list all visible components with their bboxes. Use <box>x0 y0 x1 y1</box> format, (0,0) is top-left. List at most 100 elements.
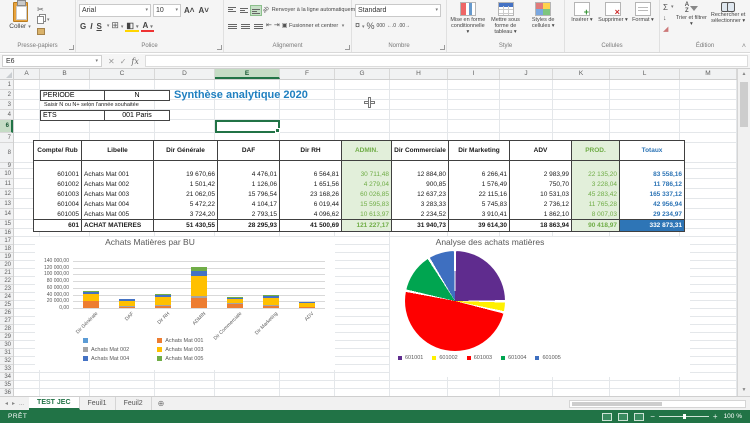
row-header-12[interactable]: 12 <box>0 189 13 199</box>
table-cell[interactable]: 11 786,12 <box>620 179 684 189</box>
bar-stack-Dir RH[interactable] <box>155 294 171 308</box>
table-cell[interactable] <box>34 161 82 169</box>
table-cell[interactable]: ADMIN. <box>342 141 392 161</box>
align-top-button[interactable] <box>227 6 237 15</box>
bar-segment[interactable] <box>299 307 315 308</box>
bar-segment[interactable] <box>155 306 171 308</box>
row-header-29[interactable]: 29 <box>0 333 13 341</box>
table-cell[interactable]: 3 283,33 <box>392 199 449 209</box>
autosum-button[interactable]: Σ▾ <box>663 2 673 12</box>
legend-item[interactable]: Achats Mat 004 <box>83 355 129 362</box>
table-cell[interactable]: 1 862,10 <box>510 209 572 219</box>
copy-button[interactable]: ▾ <box>37 15 50 25</box>
table-cell[interactable]: Totaux <box>620 141 684 161</box>
bar-segment[interactable] <box>263 306 279 308</box>
table-cell[interactable]: PROD. <box>572 141 620 161</box>
table-cell[interactable]: 18 863,94 <box>510 219 572 231</box>
period-value-cell[interactable]: N <box>105 91 169 100</box>
table-cell[interactable]: 601 <box>34 219 82 231</box>
bar-stack-ADV[interactable] <box>299 302 315 308</box>
zoom-in-icon[interactable]: + <box>713 412 718 421</box>
row-header-16[interactable]: 16 <box>0 229 13 237</box>
paste-button[interactable]: Coller▾ <box>3 2 37 36</box>
row-header-2[interactable]: 2 <box>0 90 13 100</box>
table-cell[interactable]: Achats Mat 002 <box>82 179 154 189</box>
underline-button[interactable]: S <box>95 22 102 31</box>
select-all-corner[interactable] <box>0 69 14 79</box>
merge-center-button[interactable]: ▣ Fusionner et centrer ▾ <box>282 21 344 31</box>
row-header-25[interactable]: 25 <box>0 301 13 309</box>
table-cell[interactable]: 10 531,03 <box>510 189 572 199</box>
table-cell[interactable] <box>218 161 280 169</box>
pie-chart[interactable]: Analyse des achats matières 601001601002… <box>390 237 690 377</box>
column-header-B[interactable]: B <box>40 69 90 79</box>
table-cell[interactable]: 31 940,73 <box>392 219 449 231</box>
table-cell[interactable]: 42 956,94 <box>620 199 684 209</box>
column-header-J[interactable]: J <box>500 69 553 79</box>
zoom-level[interactable]: 100 % <box>724 413 742 420</box>
table-cell[interactable]: 3 228,04 <box>572 179 620 189</box>
table-cell[interactable]: 900,85 <box>392 179 449 189</box>
column-header-F[interactable]: F <box>280 69 335 79</box>
table-cell[interactable]: 19 670,66 <box>154 169 218 179</box>
column-header-I[interactable]: I <box>448 69 500 79</box>
pie-legend-item[interactable]: 601004 <box>501 354 526 361</box>
sheet-tab-test-jec[interactable]: TEST JEC <box>29 397 79 410</box>
table-cell[interactable]: 10 613,97 <box>342 209 392 219</box>
row-header-22[interactable]: 22 <box>0 277 13 285</box>
column-header-E[interactable]: E <box>215 69 280 79</box>
table-cell[interactable]: Achats Mat 003 <box>82 189 154 199</box>
row-header-3[interactable]: 3 <box>0 100 13 110</box>
table-cell[interactable]: Achats Mat 004 <box>82 199 154 209</box>
cell-grid[interactable]: PERIODE N Saisir N ou N+ selon l'année s… <box>14 80 737 396</box>
table-cell[interactable]: Dir Commerciale <box>392 141 449 161</box>
format-cells-button[interactable]: Format ▾ <box>630 2 656 23</box>
table-cell[interactable]: Achats Mat 005 <box>82 209 154 219</box>
pie-legend-item[interactable]: 601002 <box>432 354 457 361</box>
vertical-scrollbar[interactable]: ▲ ▼ <box>737 69 750 396</box>
column-header-A[interactable]: A <box>14 69 40 79</box>
align-right-button[interactable] <box>253 22 264 31</box>
bar-segment[interactable] <box>227 304 243 308</box>
table-cell[interactable]: 1 576,49 <box>449 179 510 189</box>
column-header-C[interactable]: C <box>90 69 155 79</box>
table-cell[interactable] <box>572 161 620 169</box>
bar-chart[interactable]: Achats Matières par BU 0,0020 000,0040 0… <box>35 237 335 370</box>
table-cell[interactable]: 4 096,62 <box>280 209 342 219</box>
column-header-L[interactable]: L <box>610 69 680 79</box>
row-header-30[interactable]: 30 <box>0 341 13 349</box>
bold-button[interactable]: G <box>79 22 87 31</box>
table-cell[interactable] <box>154 161 218 169</box>
table-cell[interactable]: 83 558,16 <box>620 169 684 179</box>
table-cell[interactable]: 8 007,03 <box>572 209 620 219</box>
bar-stack-Dir Commerciale[interactable] <box>227 297 243 308</box>
page-break-view-icon[interactable] <box>634 413 644 421</box>
table-cell[interactable]: 4 476,01 <box>218 169 280 179</box>
bar-segment[interactable] <box>263 298 279 305</box>
pie-legend-item[interactable]: 601003 <box>467 354 492 361</box>
borders-button[interactable]: ⊞▾ <box>111 20 123 32</box>
table-cell[interactable]: 2 793,15 <box>218 209 280 219</box>
table-cell[interactable]: 23 168,26 <box>280 189 342 199</box>
row-header-31[interactable]: 31 <box>0 349 13 357</box>
align-middle-button[interactable] <box>239 6 249 15</box>
row-header-33[interactable]: 33 <box>0 365 13 373</box>
tab-overflow[interactable]: ... <box>19 401 24 407</box>
table-cell[interactable]: Achats Mat 001 <box>82 169 154 179</box>
bar-stack-Dir Générale[interactable] <box>83 291 99 308</box>
table-cell[interactable]: Dir Générale <box>154 141 218 161</box>
number-dialog-launcher[interactable] <box>440 45 445 50</box>
pie-graphic[interactable] <box>405 251 505 351</box>
table-cell[interactable]: 4 279,04 <box>342 179 392 189</box>
row-header-19[interactable]: 19 <box>0 253 13 261</box>
wrap-text-button[interactable]: Renvoyer à la ligne automatiquement <box>272 7 363 13</box>
legend-item[interactable]: Achats Mat 003 <box>157 346 203 353</box>
table-cell[interactable]: 22 135,20 <box>572 169 620 179</box>
data-table[interactable]: Compte/ RubLibelleDir GénéraleDAFDir RHA… <box>33 140 685 232</box>
vertical-scroll-thumb[interactable] <box>740 82 748 127</box>
sheet-tab-feuil2[interactable]: Feuil2 <box>116 397 152 410</box>
clear-button[interactable]: ◢ <box>663 24 673 34</box>
thousands-button[interactable]: 000 <box>377 23 385 29</box>
table-cell[interactable]: 45 283,42 <box>572 189 620 199</box>
table-cell[interactable] <box>342 161 392 169</box>
